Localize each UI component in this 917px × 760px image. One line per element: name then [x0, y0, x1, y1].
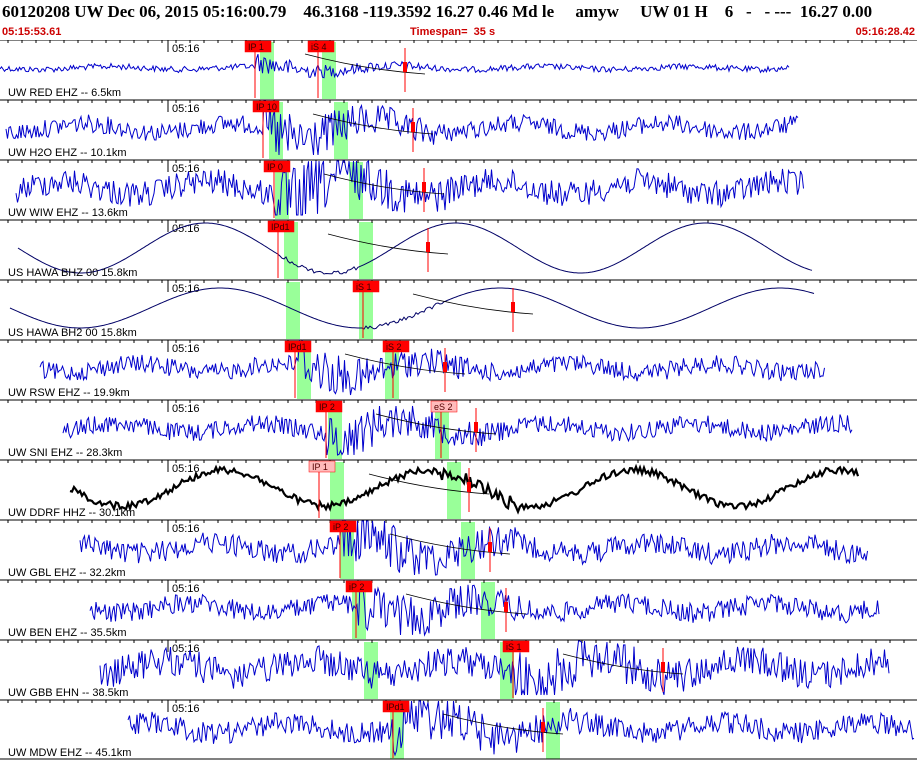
- trace-panel[interactable]: 05:16 iP 2 UW GBL EHZ -- 32.2km: [0, 519, 917, 579]
- phase-pick-label: iS 2: [386, 342, 402, 352]
- trace-panel[interactable]: 05:16 IP 2 eS 2 UW SNI EHZ -- 28.3km: [0, 399, 917, 459]
- station-label: UW WIW EHZ -- 13.6km: [8, 207, 128, 219]
- waveform-trace: [39, 339, 825, 396]
- phase-pick-label: iS 1: [356, 282, 372, 292]
- trace-panel[interactable]: 05:16 IPd1 iS 2 UW RSW EHZ -- 19.9km: [0, 339, 917, 399]
- station-label: US HAWA BHZ 00 15.8km: [8, 267, 137, 279]
- phase-pick-label: iS 4: [311, 42, 327, 52]
- pick-window: [359, 222, 373, 279]
- time-tick-label: 05:16: [172, 163, 200, 175]
- timespan-label: Timespan= 35 s: [410, 26, 496, 38]
- phase-pick-label: IP 1: [248, 42, 264, 52]
- time-tick-label: 05:16: [172, 523, 200, 535]
- trace-panel[interactable]: 05:16 IPd1US HAWA BHZ 00 15.8km: [0, 219, 917, 279]
- time-tick-label: 05:16: [172, 343, 200, 355]
- amplitude-pick-marker[interactable]: [443, 362, 447, 372]
- station-label: UW RED EHZ -- 6.5km: [8, 87, 121, 99]
- amplitude-pick-marker[interactable]: [488, 542, 492, 552]
- station-label: UW H2O EHZ -- 10.1km: [8, 147, 127, 159]
- amplitude-pick-marker[interactable]: [467, 482, 471, 492]
- trace-panel[interactable]: 05:16 iS 1UW GBB EHN -- 38.5km: [0, 639, 917, 699]
- phase-pick-label: IP 1: [312, 462, 328, 472]
- amplitude-pick-marker[interactable]: [504, 602, 508, 612]
- station-label: UW RSW EHZ -- 19.9km: [8, 387, 130, 399]
- phase-pick-label: IP 10: [256, 102, 277, 112]
- phase-pick-label: eS 2: [434, 402, 453, 412]
- phase-pick-label: IPd1: [386, 702, 405, 712]
- station-label: UW MDW EHZ -- 45.1km: [8, 747, 131, 759]
- waveform-trace: [9, 287, 815, 330]
- amplitude-pick-marker[interactable]: [426, 242, 430, 252]
- station-label: UW SNI EHZ -- 28.3km: [8, 447, 122, 459]
- phase-pick-label: iP 2: [333, 522, 348, 532]
- event-header: 60120208 UW Dec 06, 2015 05:16:00.79 46.…: [0, 0, 917, 40]
- trace-panel[interactable]: 05:16 IP 10 UW H2O EHZ -- 10.1km: [0, 99, 917, 159]
- seismogram-panel[interactable]: 05:16 IP 1 iS 4 UW RED EHZ -- 6.5km 05:16 IP …: [0, 40, 917, 760]
- time-tick-label: 05:16: [172, 583, 200, 595]
- amplitude-pick-marker[interactable]: [411, 122, 415, 132]
- trace-panel[interactable]: 05:16 IPd1 UW MDW EHZ -- 45.1km: [0, 699, 917, 759]
- phase-pick-label: IP 2: [319, 402, 335, 412]
- pick-window: [286, 282, 300, 339]
- station-label: US HAWA BH2 00 15.8km: [8, 327, 137, 339]
- time-tick-label: 05:16: [172, 43, 200, 55]
- amplitude-pick-marker[interactable]: [541, 722, 545, 732]
- phase-pick-label: iS 1: [506, 642, 522, 652]
- phase-pick-label: IP 0: [267, 162, 283, 172]
- station-label: UW DDRF HHZ -- 30.1km: [8, 507, 135, 519]
- waveform-trace: [99, 640, 890, 696]
- trace-panel[interactable]: 05:16 iS 1US HAWA BH2 00 15.8km: [0, 279, 917, 339]
- waveform-trace: [15, 159, 804, 216]
- amplitude-pick-marker[interactable]: [661, 662, 665, 672]
- amplitude-pick-marker[interactable]: [422, 182, 426, 192]
- amplitude-pick-marker[interactable]: [474, 422, 478, 432]
- phase-pick-label: IPd1: [271, 222, 290, 232]
- time-tick-label: 05:16: [172, 703, 200, 715]
- trace-panel[interactable]: 05:16 iP 2 UW BEN EHZ -- 35.5km: [0, 579, 917, 639]
- station-label: UW BEN EHZ -- 35.5km: [8, 627, 127, 639]
- waveform-trace: [127, 700, 915, 757]
- station-label: UW GBB EHN -- 38.5km: [8, 687, 128, 699]
- time-tick-label: 05:16: [172, 103, 200, 115]
- time-tick-label: 05:16: [172, 403, 200, 415]
- trace-panel[interactable]: 05:16 IP 0 UW WIW EHZ -- 13.6km: [0, 159, 917, 219]
- event-summary-title: 60120208 UW Dec 06, 2015 05:16:00.79 46.…: [2, 2, 873, 21]
- end-time-label: 05:16:28.42: [855, 26, 915, 38]
- phase-pick-label: IPd1: [288, 342, 307, 352]
- phase-pick-label: iP 2: [349, 582, 364, 592]
- amplitude-pick-marker[interactable]: [403, 62, 407, 72]
- trace-panel[interactable]: 05:16 IP 1 iS 4 UW RED EHZ -- 6.5km: [0, 40, 917, 99]
- start-time-label: 05:15:53.61: [2, 26, 62, 38]
- trace-panel[interactable]: 05:16 IP 1UW DDRF HHZ -- 30.1km: [0, 459, 917, 519]
- station-label: UW GBL EHZ -- 32.2km: [8, 567, 126, 579]
- waveform-trace: [0, 54, 790, 79]
- amplitude-pick-marker[interactable]: [511, 302, 515, 312]
